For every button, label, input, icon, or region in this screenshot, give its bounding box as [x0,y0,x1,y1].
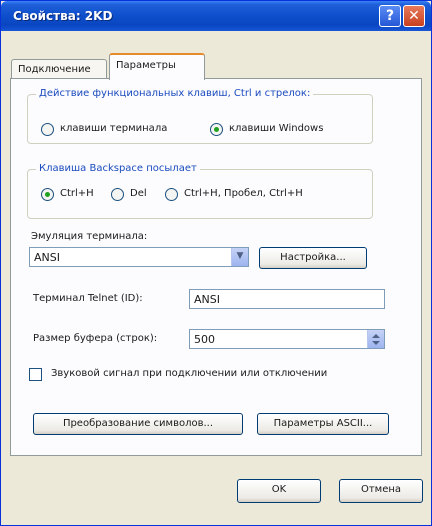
spin-down-icon[interactable] [372,341,380,345]
telnet-id-value: ANSI [194,293,220,306]
radio-terminal-keys-label: клавиши терминала [60,123,168,134]
buffer-size-value: 500 [194,333,215,346]
telnet-id-label: Терминал Telnet (ID): [33,293,143,304]
backspace-legend: Клавиша Backspace посылает [36,163,200,174]
char-translation-button[interactable]: Преобразование символов... [33,413,243,435]
window-title: Свойства: 2KD [13,9,113,23]
radio-terminal-keys[interactable] [41,123,54,136]
cancel-button[interactable]: Отмена [339,479,423,503]
emulation-label: Эмуляция терминала: [31,231,148,242]
ascii-params-button[interactable]: Параметры ASCII... [257,413,389,435]
emulation-value: ANSI [34,251,60,264]
sound-checkbox[interactable] [29,368,42,381]
buffer-size-spinner[interactable] [367,330,384,348]
properties-dialog: Свойства: 2KD ? ✕ Подключение Параметры … [0,0,432,526]
radio-ctrl-h-space[interactable] [165,188,178,201]
radio-ctrl-h-space-label: Ctrl+H, Пробел, Ctrl+H [184,188,303,199]
telnet-id-field[interactable]: ANSI [189,289,385,309]
buffer-size-label: Размер буфера (строк): [33,333,158,344]
spin-up-icon[interactable] [372,334,380,338]
radio-windows-keys-label: клавиши Windows [229,123,324,134]
buffer-size-field[interactable]: 500 [189,329,385,349]
sound-checkbox-label: Звуковой сигнал при подключении или откл… [51,368,328,379]
ok-button[interactable]: OK [237,479,321,503]
title-bar[interactable]: Свойства: 2KD ? ✕ [1,1,431,31]
close-icon[interactable]: ✕ [403,5,425,27]
function-keys-legend: Действие функциональных клавиш, Ctrl и с… [36,88,314,99]
function-keys-group: Действие функциональных клавиш, Ctrl и с… [27,88,373,144]
chevron-down-icon[interactable]: ▼ [231,248,248,266]
help-icon[interactable]: ? [379,5,401,27]
tab-settings[interactable]: Параметры [109,53,205,80]
tab-connection[interactable]: Подключение [11,59,107,79]
radio-del[interactable] [111,188,124,201]
emulation-select[interactable]: ANSI ▼ [29,247,249,267]
radio-del-label: Del [130,188,147,199]
radio-ctrl-h-label: Ctrl+H [60,188,94,199]
setup-button[interactable]: Настройка... [259,247,367,269]
radio-windows-keys[interactable] [210,123,223,136]
radio-ctrl-h[interactable] [41,188,54,201]
